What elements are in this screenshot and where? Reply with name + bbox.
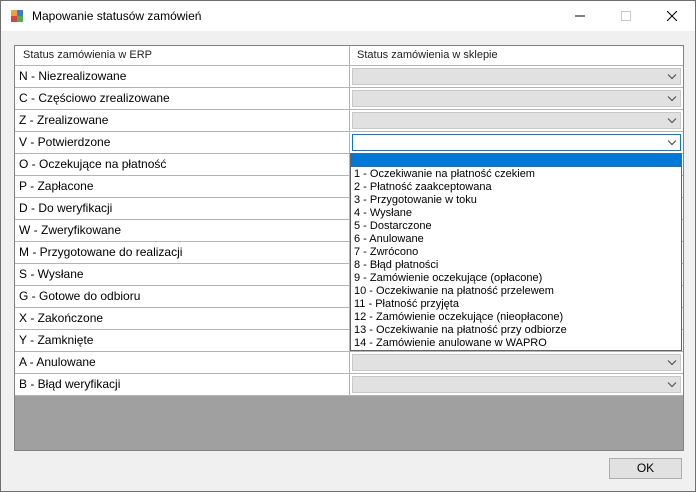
erp-status-cell[interactable]: M - Przygotowane do realizacji	[15, 242, 350, 264]
table-row[interactable]: A - Anulowane	[15, 352, 683, 374]
table-row[interactable]: C - Częściowo zrealizowane	[15, 88, 683, 110]
chevron-down-icon	[667, 360, 677, 366]
dropdown-option[interactable]: 3 - Przygotowanie w toku	[352, 194, 680, 207]
ok-button[interactable]: OK	[609, 458, 682, 479]
table-row[interactable]: V - Potwierdzone	[15, 132, 683, 154]
shop-status-combobox[interactable]	[352, 90, 681, 107]
dropdown-option[interactable]: 7 - Zwrócono	[352, 246, 680, 259]
erp-status-cell[interactable]: Y - Zamknięte	[15, 330, 350, 352]
chevron-down-icon	[667, 140, 677, 146]
erp-status-cell[interactable]: X - Zakończone	[15, 308, 350, 330]
chevron-down-icon	[667, 74, 677, 80]
minimize-icon	[575, 15, 585, 17]
shop-status-combobox[interactable]	[352, 68, 681, 85]
shop-status-cell[interactable]	[350, 352, 683, 374]
shop-status-combobox[interactable]	[352, 354, 681, 371]
dropdown-option[interactable]: 8 - Błąd płatności	[352, 259, 680, 272]
erp-status-cell[interactable]: C - Częściowo zrealizowane	[15, 88, 350, 110]
minimize-button[interactable]	[557, 1, 603, 31]
table-row[interactable]: N - Niezrealizowane	[15, 66, 683, 88]
erp-status-cell[interactable]: A - Anulowane	[15, 352, 350, 374]
shop-status-combobox[interactable]	[352, 112, 681, 129]
chevron-down-icon	[667, 118, 677, 124]
dropdown-option[interactable]: 1 - Oczekiwanie na płatność czekiem	[352, 168, 680, 181]
dropdown-option[interactable]: 5 - Dostarczone	[352, 220, 680, 233]
dropdown-option[interactable]: 14 - Zamówienie anulowane w WAPRO	[352, 337, 680, 350]
dropdown-option[interactable]: 10 - Oczekiwanie na płatność przelewem	[352, 285, 680, 298]
chevron-down-icon	[667, 382, 677, 388]
window-title: Mapowanie statusów zamówień	[32, 9, 202, 23]
maximize-button[interactable]	[603, 1, 649, 31]
table-row[interactable]: B - Błąd weryfikacji	[15, 374, 683, 396]
erp-status-cell[interactable]: G - Gotowe do odbioru	[15, 286, 350, 308]
dropdown-option[interactable]: 2 - Płatność zaakceptowana	[352, 181, 680, 194]
column-header-erp[interactable]: Status zamówienia w ERP	[15, 46, 350, 66]
shop-status-cell[interactable]	[350, 88, 683, 110]
app-icon	[11, 10, 23, 22]
status-dropdown-list[interactable]: 1 - Oczekiwanie na płatność czekiem 2 - P…	[350, 153, 682, 351]
dropdown-option[interactable]: 11 - Płatność przyjęta	[352, 298, 680, 311]
shop-status-combobox[interactable]	[352, 134, 681, 151]
dropdown-option[interactable]: 13 - Oczekiwanie na płatność przy odbior…	[352, 324, 680, 337]
erp-status-cell[interactable]: P - Zapłacone	[15, 176, 350, 198]
maximize-icon	[621, 11, 631, 21]
dropdown-option[interactable]: 9 - Zamówienie oczekujące (opłacone)	[352, 272, 680, 285]
dropdown-option[interactable]: 6 - Anulowane	[352, 233, 680, 246]
erp-status-cell[interactable]: Z - Zrealizowane	[15, 110, 350, 132]
erp-status-cell[interactable]: D - Do weryfikacji	[15, 198, 350, 220]
shop-status-cell[interactable]	[350, 110, 683, 132]
dropdown-selected-item[interactable]	[351, 154, 681, 167]
erp-status-cell[interactable]: N - Niezrealizowane	[15, 66, 350, 88]
grid-header-row: Status zamówienia w ERP Status zamówieni…	[15, 46, 683, 66]
dropdown-option[interactable]: 4 - Wysłane	[352, 207, 680, 220]
dialog-window: Mapowanie statusów zamówień Status zamów…	[0, 0, 696, 492]
shop-status-cell[interactable]	[350, 374, 683, 396]
shop-status-cell[interactable]	[350, 132, 683, 154]
shop-status-combobox[interactable]	[352, 376, 681, 393]
erp-status-cell[interactable]: W - Zweryfikowane	[15, 220, 350, 242]
erp-status-cell[interactable]: B - Błąd weryfikacji	[15, 374, 350, 396]
shop-status-cell[interactable]	[350, 66, 683, 88]
close-button[interactable]	[649, 1, 695, 31]
column-header-shop[interactable]: Status zamówienia w sklepie	[350, 46, 683, 66]
erp-status-cell[interactable]: O - Oczekujące na płatność	[15, 154, 350, 176]
erp-status-cell[interactable]: V - Potwierdzone	[15, 132, 350, 154]
chevron-down-icon	[667, 96, 677, 102]
table-row[interactable]: Z - Zrealizowane	[15, 110, 683, 132]
dropdown-option[interactable]: 12 - Zamówienie oczekujące (nieopłacone)	[352, 311, 680, 324]
close-icon	[667, 11, 677, 21]
title-bar[interactable]: Mapowanie statusów zamówień	[1, 1, 695, 31]
erp-status-cell[interactable]: S - Wysłane	[15, 264, 350, 286]
